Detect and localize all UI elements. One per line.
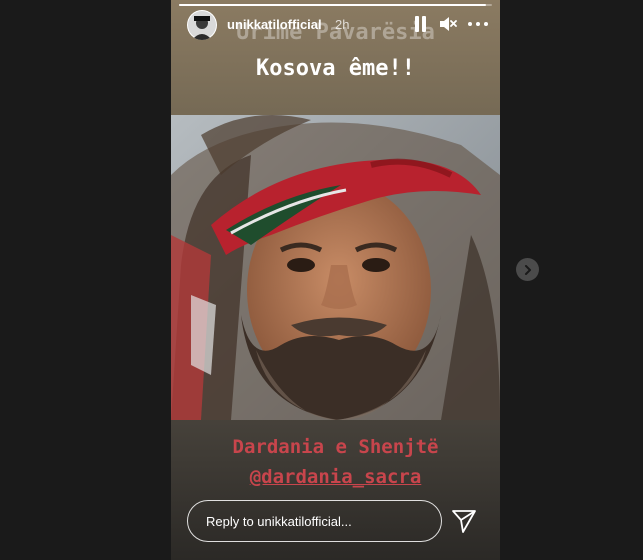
username-link[interactable]: unikkatilofficial: [227, 17, 322, 32]
story-header: unikkatilofficial 2h: [187, 10, 489, 40]
paper-plane-icon[interactable]: [451, 508, 477, 534]
avatar[interactable]: [187, 10, 217, 40]
next-story-button[interactable]: [516, 258, 539, 281]
caption-line-1: Dardania e Shenjtë: [232, 436, 439, 458]
more-horizontal-icon[interactable]: [467, 15, 489, 33]
headline-line-2: Kosova ême!!: [256, 56, 415, 81]
story-progress-bar: [179, 4, 492, 6]
timestamp: 2h: [335, 17, 350, 32]
pause-icon[interactable]: [413, 16, 427, 32]
story-viewer[interactable]: Urime Pavarësia Kosova ême!! unikkatilof…: [171, 0, 500, 560]
mention-link[interactable]: @dardania_sacra: [171, 466, 500, 488]
chevron-right-icon: [524, 264, 531, 275]
speaker-muted-icon[interactable]: [439, 15, 457, 33]
story-progress-fill: [179, 4, 486, 6]
story-photo-bearded-man: [171, 115, 500, 420]
reply-input[interactable]: [187, 500, 442, 542]
